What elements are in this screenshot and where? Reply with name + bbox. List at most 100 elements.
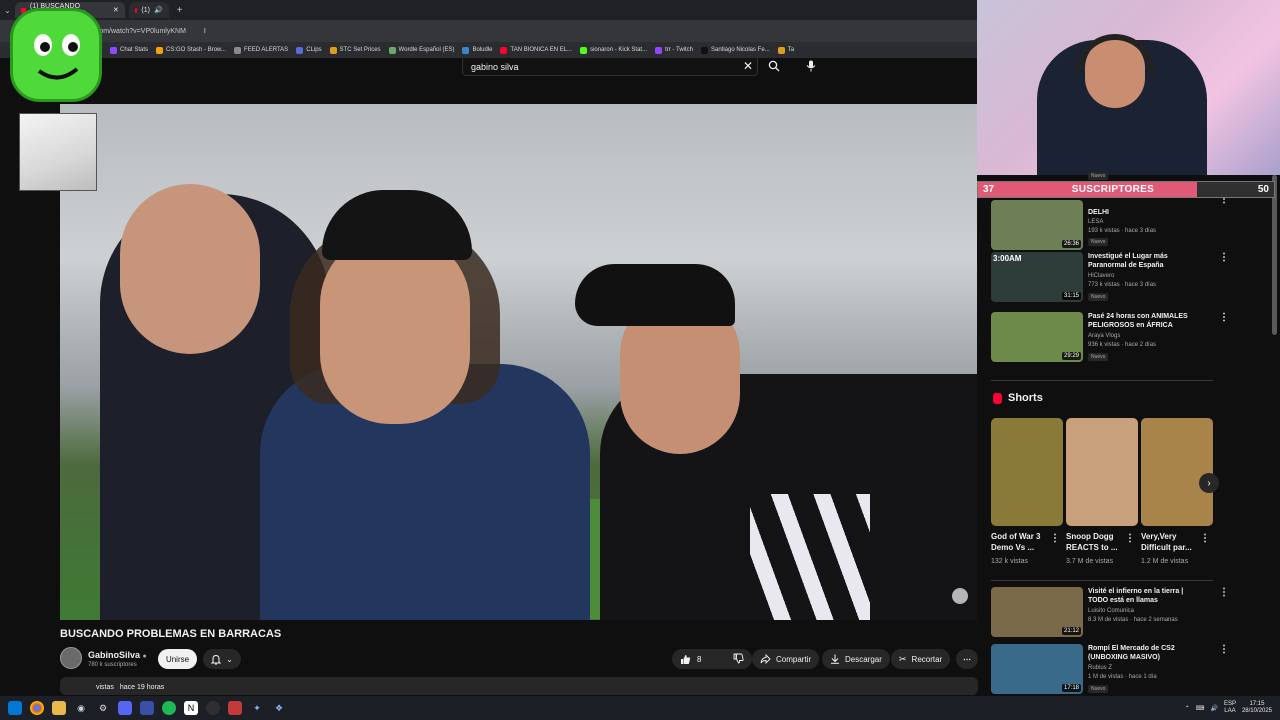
- app-icon[interactable]: ❖: [272, 701, 286, 715]
- bookmark-item[interactable]: CLips: [296, 46, 322, 54]
- bookmark-item[interactable]: STC Set Prices: [329, 46, 381, 54]
- volume-icon[interactable]: 🔊: [1210, 705, 1217, 712]
- more-options-icon[interactable]: ⋮: [1219, 587, 1229, 598]
- shorts-next-button[interactable]: ›: [1199, 473, 1219, 493]
- bookmark-item[interactable]: Wordle Español (ES): [388, 46, 454, 54]
- like-button[interactable]: 8: [680, 654, 701, 665]
- more-options-icon[interactable]: ⋮: [1125, 533, 1135, 544]
- rec-title[interactable]: Visité el infierno en la tierra | TODO e…: [1088, 587, 1203, 605]
- url-text: e.com/watch?v=VP0lumlyKNM: [90, 27, 186, 35]
- youtube-header: gabino silva ✕: [0, 58, 977, 104]
- tab-menu-icon[interactable]: ⌄: [4, 6, 11, 15]
- rec-meta: 8.3 M de vistas · hace 2 semanas: [1088, 617, 1178, 623]
- description-box[interactable]: vistas hace 19 horas: [60, 677, 978, 695]
- bookmark-item[interactable]: trr - Twitch: [655, 46, 693, 54]
- windows-taskbar: ◉ ⚙ N ✦ ❖ ⌃ ⌨ 🔊 ESP LAA 17:15 28/10/2025: [0, 696, 1280, 720]
- folder-icon[interactable]: [52, 701, 66, 715]
- tab-close-icon[interactable]: ✕: [113, 6, 119, 14]
- search-input[interactable]: gabino silva: [462, 58, 758, 76]
- mic-icon: [806, 60, 816, 72]
- short-thumbnail[interactable]: [1066, 418, 1138, 526]
- badge-new: Nuevo: [1088, 353, 1109, 361]
- tab-other[interactable]: (1) 🔊: [128, 2, 169, 18]
- bookmark-item[interactable]: TAN BIONICA EN EL...: [500, 46, 572, 54]
- notifications-button[interactable]: ⌄: [203, 649, 241, 669]
- short-title[interactable]: Snoop Dogg REACTS to ...: [1066, 531, 1128, 553]
- rec-title[interactable]: Investigué el Lugar más Paranormal de Es…: [1088, 252, 1203, 270]
- bookmark-icon: [156, 46, 164, 54]
- chrome-icon[interactable]: [30, 701, 44, 715]
- short-title[interactable]: God of War 3 Demo Vs ...: [991, 531, 1053, 553]
- bookmark-icon: [329, 46, 337, 54]
- join-button[interactable]: Unirse: [158, 649, 197, 669]
- more-options-icon[interactable]: ⋮: [1219, 312, 1229, 323]
- chevron-down-icon: ⌄: [226, 654, 233, 664]
- short-thumbnail[interactable]: [991, 418, 1063, 526]
- rec-channel[interactable]: Araya Vlogs: [1088, 333, 1120, 339]
- recommendation-item[interactable]: 21:12 Visité el infierno en la tierra | …: [991, 587, 1229, 643]
- bookmark-item[interactable]: Chat Stats: [110, 46, 148, 54]
- recommendation-item[interactable]: 26:36 DELHI LESA 193 k vistas · hace 3 d…: [991, 194, 1229, 256]
- bookmark-item[interactable]: sionaron - Kick Stat...: [580, 46, 647, 54]
- rec-thumbnail[interactable]: 3:00AM 31:15: [991, 252, 1083, 302]
- more-options-icon[interactable]: ⋮: [1219, 644, 1229, 655]
- rec-channel[interactable]: Rubius Z: [1088, 665, 1112, 671]
- rec-channel[interactable]: LESA: [1088, 219, 1103, 225]
- smiley-overlay: [10, 8, 102, 102]
- rec-channel[interactable]: HiClavero: [1088, 273, 1114, 279]
- search-icon: [768, 60, 780, 72]
- obs-icon[interactable]: [206, 701, 220, 715]
- vpn-icon[interactable]: ✦: [250, 701, 264, 715]
- channel-name[interactable]: GabinoSilva ●: [88, 650, 147, 660]
- tray-chevron-icon[interactable]: ⌃: [1185, 705, 1190, 712]
- channel-avatar[interactable]: [60, 647, 82, 669]
- chat-icon[interactable]: [140, 701, 154, 715]
- bookmark-item[interactable]: CS:GO Stash - Brow...: [156, 46, 226, 54]
- bookmark-item[interactable]: Santiago Nicolas Fe...: [700, 46, 770, 54]
- download-button[interactable]: Descargar: [822, 649, 890, 669]
- more-options-icon[interactable]: ⋮: [1050, 533, 1060, 544]
- sidebar-scrollbar[interactable]: [1272, 175, 1277, 335]
- rec-channel[interactable]: Luisito Comunica: [1088, 608, 1134, 614]
- rec-thumbnail[interactable]: 29:29: [991, 312, 1083, 362]
- short-title[interactable]: Very,Very Difficult par...: [1141, 531, 1203, 553]
- voice-search-button[interactable]: [800, 58, 822, 74]
- video-player[interactable]: [60, 104, 977, 620]
- clear-search-icon[interactable]: ✕: [741, 58, 755, 74]
- rec-thumbnail[interactable]: 21:12: [991, 587, 1083, 637]
- short-thumbnail[interactable]: [1141, 418, 1213, 526]
- rec-title[interactable]: DELHI: [1088, 208, 1203, 217]
- spotify-icon[interactable]: [162, 701, 176, 715]
- windows-start-icon[interactable]: [8, 701, 22, 715]
- thumb-text: 3:00AM: [993, 254, 1022, 263]
- dislike-button[interactable]: [733, 653, 744, 666]
- badge-new: Nuevo: [1088, 238, 1109, 246]
- steam-icon[interactable]: ◉: [74, 701, 88, 715]
- bookmark-item[interactable]: Ta: [777, 46, 794, 54]
- address-bar[interactable]: e.com/watch?v=VP0lumlyKNM I: [0, 20, 977, 42]
- rec-thumbnail[interactable]: 26:36: [991, 200, 1083, 250]
- recorder-icon[interactable]: [228, 701, 242, 715]
- new-tab-button[interactable]: +: [173, 5, 187, 16]
- search-button[interactable]: [762, 58, 786, 74]
- share-button[interactable]: Compartir: [752, 649, 820, 669]
- bookmark-item[interactable]: FEED ALERTAS: [234, 46, 288, 54]
- bookmark-item[interactable]: Boludle: [462, 46, 492, 54]
- clock[interactable]: 17:15 28/10/2025: [1242, 701, 1272, 715]
- rec-title[interactable]: Rompí El Mercado de CS2 (UNBOXING MASIVO…: [1088, 644, 1203, 662]
- rec-title[interactable]: Pasé 24 horas con ANIMALES PELIGROSOS en…: [1088, 312, 1203, 330]
- recommendation-item[interactable]: 3:00AM 31:15 Investigué el Lugar más Par…: [991, 252, 1229, 308]
- notion-icon[interactable]: N: [184, 701, 198, 715]
- discord-icon[interactable]: [118, 701, 132, 715]
- recommendation-item[interactable]: 17:18 Rompí El Mercado de CS2 (UNBOXING …: [991, 644, 1229, 696]
- more-options-icon[interactable]: ⋮: [1219, 252, 1229, 263]
- more-options-icon[interactable]: ⋮: [1200, 533, 1210, 544]
- network-icon[interactable]: ⌨: [1196, 705, 1205, 712]
- clip-button[interactable]: ✂ Recortar: [891, 649, 951, 669]
- recommendation-item[interactable]: 29:29 Pasé 24 horas con ANIMALES PELIGRO…: [991, 312, 1229, 368]
- more-actions-button[interactable]: ⋯: [956, 649, 978, 669]
- settings-gear-icon[interactable]: ⚙: [96, 701, 110, 715]
- rec-thumbnail[interactable]: 17:18: [991, 644, 1083, 694]
- language-indicator[interactable]: ESP LAA: [1224, 701, 1236, 715]
- screen: ⌄ (1) BUSCANDO PROBLEMAS EN ✕ (1) 🔊 + e.…: [0, 0, 1280, 720]
